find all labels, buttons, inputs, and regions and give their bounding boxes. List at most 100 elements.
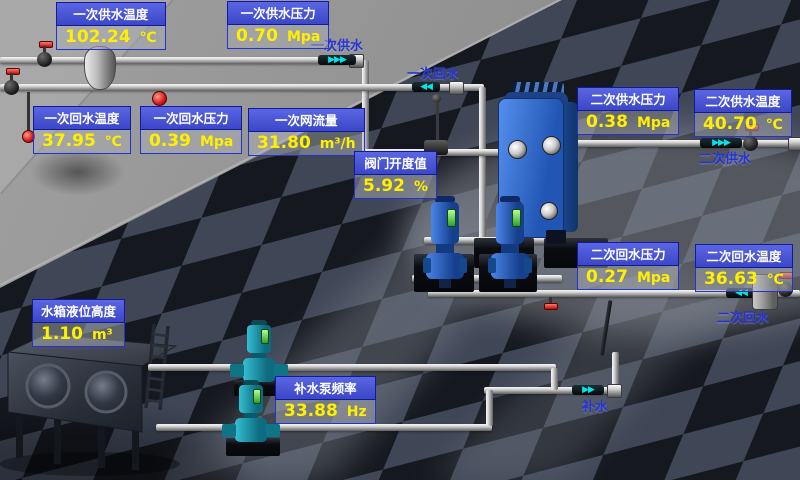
pipe-tank-upper-riser <box>551 368 558 390</box>
small-valve-handle-icon <box>544 303 558 310</box>
panel-title: 一次供水压力 <box>227 1 329 25</box>
control-valve-stem <box>436 102 439 142</box>
panel-unit: ℃ <box>766 117 783 133</box>
tank-cover-left <box>27 365 69 407</box>
panel-secondary-return-temp[interactable]: 二次回水温度 36.63 ℃ <box>695 244 793 292</box>
makeup-pump-2[interactable] <box>222 380 280 444</box>
valve-primary-return <box>4 80 19 95</box>
pipe-label-makeup: 补水 <box>582 396 608 415</box>
pipe-tank-upper <box>148 364 556 371</box>
tank-cover-right <box>86 372 126 412</box>
valve-primary-return-handle-icon <box>6 68 20 75</box>
valve-primary-supply-handle-icon <box>39 41 53 48</box>
hx-port-top-left <box>508 140 527 159</box>
control-valve[interactable] <box>424 94 450 156</box>
pressure-gauge-icon <box>152 91 167 106</box>
filter-vessel <box>84 46 116 90</box>
pump-run-indicator <box>261 329 269 344</box>
pump-stub <box>504 279 516 288</box>
panel-primary-return-pressure[interactable]: 一次回水压力 0.39 Mpa <box>140 106 242 154</box>
panel-title: 水箱液位高度 <box>32 299 125 323</box>
pump-flange-left <box>488 258 496 273</box>
panel-value: 5.92 <box>363 176 405 196</box>
panel-title: 一次网流量 <box>248 108 365 132</box>
panel-value: 36.63 <box>704 269 758 289</box>
panel-makeup-pump-freq[interactable]: 补水泵频率 33.88Hz <box>275 376 376 424</box>
panel-unit: ℃ <box>105 134 122 150</box>
panel-title: 二次供水压力 <box>577 87 679 111</box>
pump-volute <box>243 358 275 382</box>
pump-flange-left <box>423 258 431 273</box>
pipe-primary-return-riser <box>479 87 486 240</box>
pipe-tank-lower-riser <box>486 390 493 426</box>
hmi-heat-exchange-station: ▶▶▶ ◀◀ ▶▶▶ ◀◀ ▶▶ 一次供水 一次回水 二次供水 二次回水 补水 … <box>0 0 800 480</box>
pump-stub <box>439 279 451 288</box>
panel-unit: Mpa <box>287 29 320 45</box>
panel-primary-supply-temp[interactable]: 一次供水温度 102.24 ℃ <box>56 2 166 50</box>
panel-title: 二次回水压力 <box>577 242 679 266</box>
pipe-tank-lower <box>156 424 492 431</box>
panel-title: 补水泵频率 <box>275 376 376 400</box>
pump-volute <box>235 418 267 442</box>
wall-shadow <box>30 148 125 196</box>
flange-makeup <box>607 384 622 398</box>
circulation-pump-1[interactable] <box>423 196 467 288</box>
panel-secondary-return-pressure[interactable]: 二次回水压力 0.27 Mpa <box>577 242 679 290</box>
panel-value: 0.27 <box>586 267 628 287</box>
flange-secondary-supply <box>788 137 800 151</box>
pipe-label-secondary-supply: 二次供水 <box>699 148 751 167</box>
pipe-label-primary-return: 一次回水 <box>407 63 459 82</box>
makeup-pump-1[interactable] <box>230 320 288 384</box>
panel-unit: Mpa <box>200 134 233 150</box>
pump-flange-left <box>222 424 236 437</box>
panel-value: 0.70 <box>236 26 278 46</box>
panel-unit: m³/h <box>320 136 356 152</box>
panel-secondary-supply-temp[interactable]: 二次供水温度 40.70℃ <box>694 89 792 137</box>
flow-arrows-right-icon: ▶▶▶ <box>700 138 742 148</box>
hx-port-bottom-right <box>540 202 558 220</box>
drain-stem <box>27 92 30 132</box>
panel-title: 一次回水压力 <box>140 106 242 130</box>
flow-arrows-right-icon: ▶▶▶ <box>318 55 356 65</box>
panel-value: 31.80 <box>257 133 311 153</box>
flow-arrows-left-icon: ◀◀ <box>412 82 440 92</box>
pump-flange-right <box>266 424 280 437</box>
panel-primary-flow[interactable]: 一次网流量 31.80 m³/h <box>248 108 365 156</box>
pipe-label-secondary-return: 二次回水 <box>717 307 769 326</box>
valve-primary-supply <box>37 52 52 67</box>
hx-port-top-right <box>542 136 561 155</box>
pump-neck <box>501 244 519 253</box>
pipe-primary-supply <box>0 57 360 64</box>
panel-title: 一次回水温度 <box>33 106 131 130</box>
pump-flange-left <box>230 364 244 377</box>
pump-flange-right <box>524 258 532 273</box>
panel-unit: Mpa <box>637 270 670 286</box>
panel-secondary-supply-pressure[interactable]: 二次供水压力 0.38Mpa <box>577 87 679 135</box>
panel-unit: ℃ <box>140 30 157 46</box>
panel-primary-supply-pressure[interactable]: 一次供水压力 0.70 Mpa <box>227 1 329 49</box>
panel-tank-level[interactable]: 水箱液位高度 1.10 m³ <box>32 299 125 347</box>
circulation-pump-2[interactable] <box>488 196 532 288</box>
panel-value: 40.70 <box>703 114 757 134</box>
panel-title: 阀门开度值 <box>354 151 437 175</box>
panel-unit: m³ <box>92 327 113 343</box>
panel-primary-return-temp[interactable]: 一次回水温度 37.95 ℃ <box>33 106 131 154</box>
pipe-secondary-supply <box>556 140 800 147</box>
panel-valve-opening[interactable]: 阀门开度值 5.92% <box>354 151 437 199</box>
pump-run-indicator <box>447 209 456 227</box>
panel-title: 二次回水温度 <box>695 244 793 268</box>
flange-primary-return <box>449 81 464 95</box>
panel-unit: ℃ <box>767 272 784 288</box>
panel-title: 一次供水温度 <box>56 2 166 26</box>
flow-arrows-right-icon: ▶▶ <box>572 385 604 395</box>
panel-unit: Mpa <box>637 115 670 131</box>
pump-run-indicator <box>512 209 521 227</box>
panel-unit: % <box>414 179 428 195</box>
pump-flange-right <box>459 258 467 273</box>
panel-value: 0.39 <box>149 131 191 151</box>
pump-run-indicator <box>253 389 261 404</box>
pump-neck <box>436 244 454 253</box>
panel-value: 37.95 <box>42 131 96 151</box>
panel-value: 102.24 <box>65 27 131 47</box>
panel-value: 1.10 <box>41 324 83 344</box>
